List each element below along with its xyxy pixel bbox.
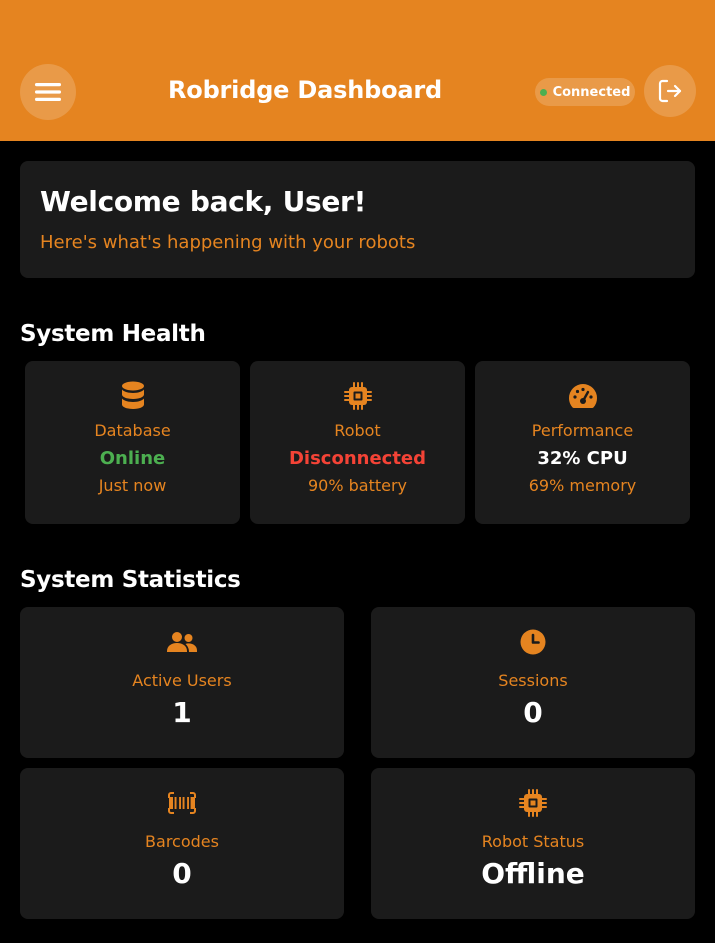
- logout-button[interactable]: [644, 65, 696, 117]
- stat-value: 1: [172, 696, 192, 729]
- app-title: Robridge Dashboard: [168, 76, 442, 104]
- health-sub: 90% battery: [307, 476, 408, 495]
- welcome-subtitle: Here's what's happening with your robots: [40, 232, 416, 253]
- clock-icon: [520, 629, 546, 655]
- system-statistics-title: System Statistics: [20, 567, 241, 593]
- chip-icon: [519, 789, 547, 817]
- app-header: Robridge Dashboard Connected: [0, 0, 715, 141]
- health-value: Online: [99, 448, 166, 469]
- health-label: Performance: [531, 421, 634, 440]
- users-icon: [167, 632, 197, 652]
- stat-value: 0: [523, 696, 543, 729]
- stat-card-robot-status[interactable]: Robot Status Offline: [371, 768, 695, 919]
- stat-card-active-users[interactable]: Active Users 1: [20, 607, 344, 758]
- stat-label: Robot Status: [481, 832, 585, 851]
- health-sub: Just now: [98, 476, 167, 495]
- logout-icon: [658, 79, 682, 103]
- health-card-robot[interactable]: Robot Disconnected 90% battery: [250, 361, 465, 524]
- connection-status-label: Connected: [552, 84, 631, 100]
- system-health-title: System Health: [20, 321, 206, 347]
- welcome-title: Welcome back, User!: [40, 185, 367, 218]
- health-label: Robot: [334, 421, 381, 440]
- gauge-icon: [568, 384, 597, 408]
- stat-value: 0: [172, 857, 192, 890]
- health-value: 32% CPU: [537, 448, 628, 469]
- welcome-card: Welcome back, User! Here's what's happen…: [20, 161, 695, 278]
- status-dot-icon: [539, 88, 547, 96]
- barcode-icon: [168, 792, 196, 814]
- health-card-performance[interactable]: Performance 32% CPU 69% memory: [475, 361, 690, 524]
- health-card-database[interactable]: Database Online Just now: [25, 361, 240, 524]
- connection-status-badge: Connected: [535, 78, 635, 106]
- database-icon: [121, 381, 144, 409]
- stat-card-sessions[interactable]: Sessions 0: [371, 607, 695, 758]
- stat-label: Sessions: [498, 671, 568, 690]
- health-sub: 69% memory: [528, 476, 637, 495]
- health-value: Disconnected: [288, 448, 427, 469]
- stat-value: Offline: [481, 857, 585, 890]
- stat-label: Active Users: [132, 671, 232, 690]
- stat-label: Barcodes: [145, 832, 219, 851]
- health-label: Database: [94, 421, 171, 440]
- stat-card-barcodes[interactable]: Barcodes 0: [20, 768, 344, 919]
- chip-icon: [343, 382, 372, 410]
